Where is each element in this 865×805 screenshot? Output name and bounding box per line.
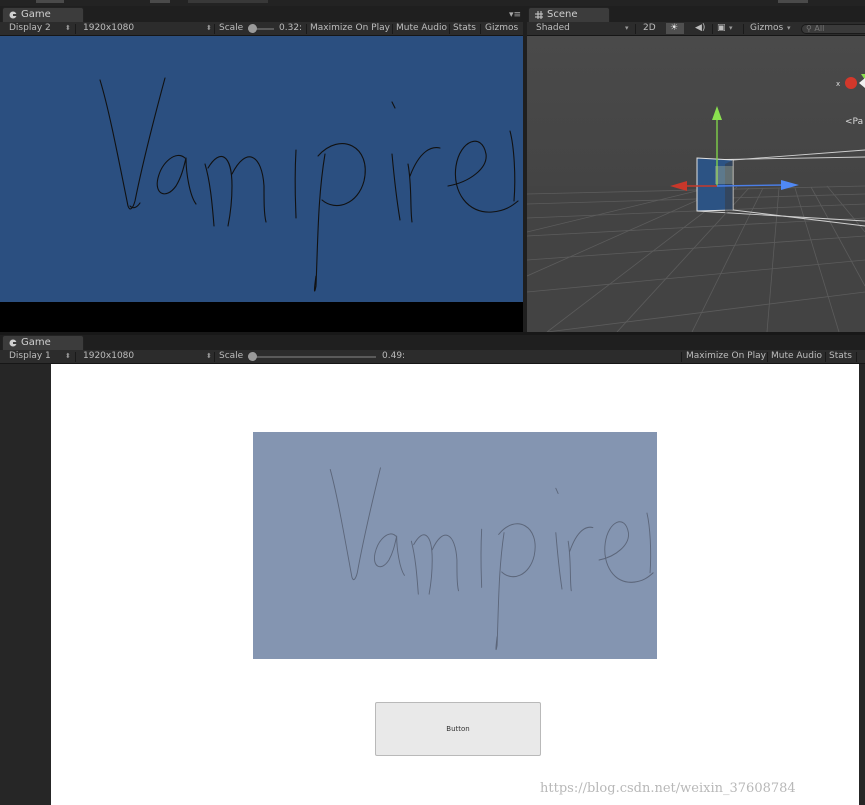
audio-icon[interactable]: ◀) — [695, 22, 705, 35]
game-canvas: Button — [51, 364, 859, 805]
game-viewport-top[interactable] — [0, 36, 523, 302]
svg-text:x: x — [836, 80, 840, 88]
scale-value: 0.49: — [382, 351, 406, 361]
dropdown-arrow-icon: ▾ — [729, 24, 733, 32]
gizmos-dropdown[interactable]: Gizmos — [485, 22, 518, 35]
mute-audio-toggle[interactable]: Mute Audio — [396, 22, 447, 35]
mute-audio-toggle[interactable]: Mute Audio — [771, 350, 822, 363]
game-toolbar-bottom: Display 1 ⬍ 1920x1080 ⬍ Scale 0.49: Maxi… — [0, 350, 865, 364]
dropdown-arrow-icon: ▾ — [787, 24, 791, 32]
toolbar-button[interactable] — [778, 0, 808, 3]
toolbar-button[interactable] — [36, 0, 64, 3]
search-field[interactable]: ⚲ All — [801, 24, 865, 34]
persp-label[interactable]: <Pa — [845, 117, 863, 127]
search-placeholder: All — [814, 24, 825, 33]
back-arrow-icon: < — [845, 117, 853, 127]
resolution-dropdown[interactable]: 1920x1080 — [83, 22, 134, 35]
dropdown-arrow-icon: ⬍ — [65, 352, 71, 360]
scale-slider-handle[interactable] — [248, 24, 257, 33]
game-toolbar-top: Display 2 ⬍ 1920x1080 ⬍ Scale 0.32: Maxi… — [0, 22, 523, 36]
tab-game-bottom[interactable]: Game — [2, 335, 84, 350]
display-dropdown[interactable]: Display 1 — [9, 350, 51, 363]
button-label: Button — [446, 725, 470, 733]
tab-game-top[interactable]: Game — [2, 7, 84, 22]
shading-mode-dropdown[interactable]: Shaded — [536, 22, 570, 35]
tab-label: Game — [21, 337, 51, 348]
scale-slider[interactable] — [248, 356, 376, 358]
watermark: https://blog.csdn.net/weixin_37608784 — [540, 781, 796, 796]
image-icon[interactable]: ▣ — [717, 22, 726, 35]
sun-icon: ☀ — [670, 23, 679, 33]
resolution-dropdown[interactable]: 1920x1080 — [83, 350, 134, 363]
tab-label: Game — [21, 9, 51, 20]
scene-viewport[interactable]: x <Pa — [527, 36, 865, 332]
scale-slider-handle[interactable] — [248, 352, 257, 361]
2d-toggle[interactable]: 2D — [643, 22, 656, 35]
letterbox-top — [0, 302, 523, 332]
game-viewport-bottom[interactable]: Button — [0, 364, 865, 805]
scale-label: Scale — [219, 23, 244, 33]
toolbar-button[interactable] — [188, 0, 268, 3]
scene-grid: x — [527, 36, 865, 332]
scale-label: Scale — [219, 351, 244, 361]
dropdown-arrow-icon: ⬍ — [65, 24, 71, 32]
maximize-on-play-toggle[interactable]: Maximize On Play — [310, 22, 390, 35]
drawing-panel[interactable] — [253, 432, 657, 659]
dropdown-arrow-icon: ⬍ — [206, 24, 212, 32]
toolbar-button[interactable] — [150, 0, 170, 3]
scale-value: 0.32: — [279, 23, 303, 33]
handwriting-drawing — [329, 467, 654, 651]
dropdown-arrow-icon: ⬍ — [206, 352, 212, 360]
display-dropdown[interactable]: Display 2 — [9, 22, 51, 35]
tab-label: Scene — [547, 9, 578, 20]
panel-menu-icon[interactable]: ▾≡ — [509, 10, 521, 20]
stats-toggle[interactable]: Stats — [453, 22, 476, 35]
dropdown-arrow-icon: ▾ — [625, 24, 629, 32]
gizmos-dropdown[interactable]: Gizmos — [750, 22, 783, 35]
scene-grid-icon — [535, 11, 543, 19]
handwriting-drawing — [99, 77, 519, 292]
search-icon: ⚲ — [806, 24, 812, 33]
ui-button[interactable]: Button — [375, 702, 541, 756]
tab-scene[interactable]: Scene — [528, 7, 610, 22]
panel-divider[interactable] — [0, 332, 865, 335]
game-icon — [9, 339, 17, 347]
game-icon — [9, 11, 17, 19]
maximize-on-play-toggle[interactable]: Maximize On Play — [686, 350, 766, 363]
scene-toolbar: Shaded ▾ 2D ☀ ◀) ▣ ▾ Gizmos ▾ ⚲ All — [527, 22, 865, 36]
top-toolbar-strip — [0, 0, 865, 6]
stats-toggle[interactable]: Stats — [829, 350, 852, 363]
